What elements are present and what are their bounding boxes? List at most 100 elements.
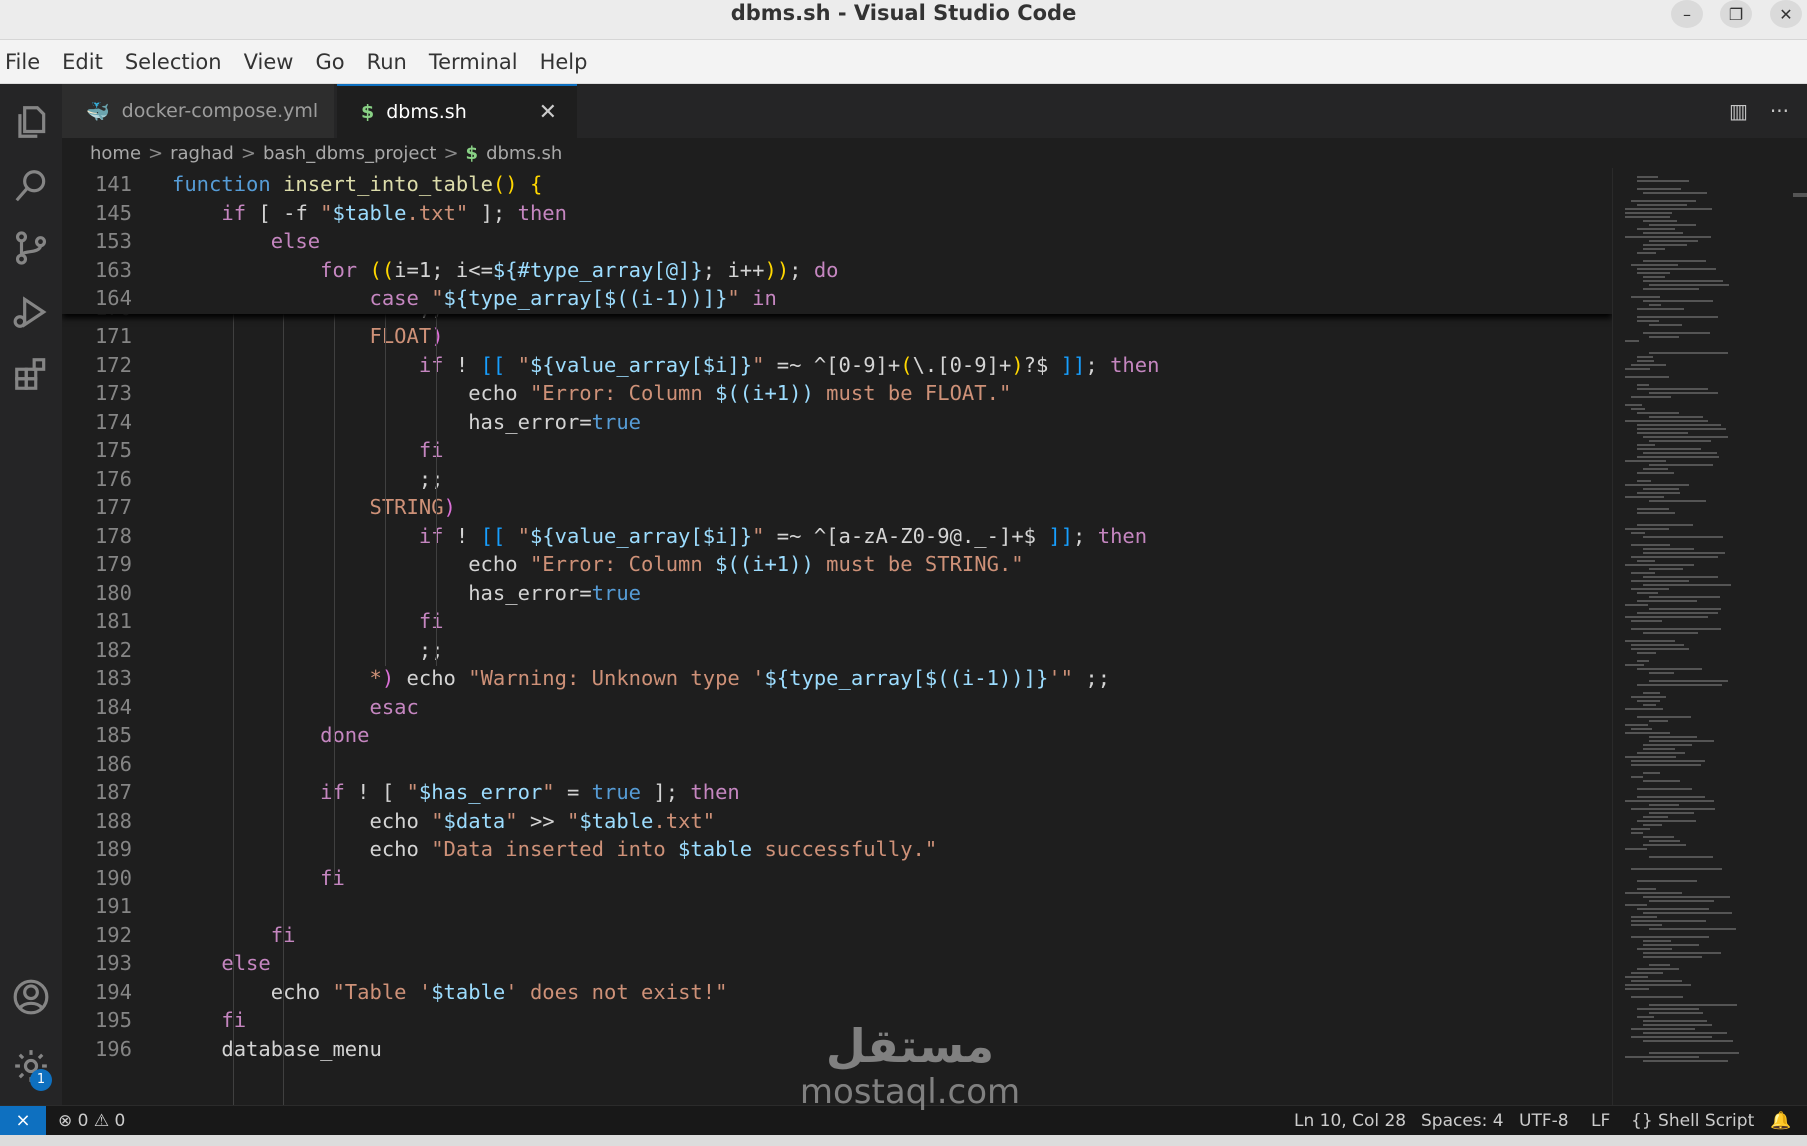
line-number: 192 [94,922,132,947]
minimap-line [1649,440,1711,442]
menu-run[interactable]: Run [358,40,416,84]
code-editor[interactable]: 141 function insert_into_table() {145 if … [62,168,1612,1105]
breadcrumb-project[interactable]: bash_dbms_project [263,143,436,164]
source-control-icon[interactable] [11,228,51,268]
line-number: 190 [94,865,132,890]
encoding[interactable]: UTF-8 [1519,1106,1569,1136]
code-line[interactable]: 178 if ! [[ "${value_array[$i]}" =~ ^[a-… [62,522,1612,551]
sticky-scroll[interactable]: 141 function insert_into_table() {145 if … [62,168,1612,314]
minimap-line [1637,316,1718,318]
breadcrumb-home[interactable]: home [90,143,141,164]
close-window-button[interactable]: ✕ [1770,0,1802,28]
scrollbar-thumb[interactable] [1793,193,1807,197]
minimap-line [1649,352,1728,354]
line-number: 173 [94,381,132,405]
code-line[interactable]: 183 *) echo "Warning: Unknown type '${ty… [62,664,1612,693]
language-mode[interactable]: {} Shell Script [1631,1106,1754,1136]
maximize-button[interactable]: ❐ [1720,0,1752,28]
explorer-icon[interactable] [11,102,51,142]
code-line[interactable]: 173 echo "Error: Column $((i+1)) must be… [62,379,1612,408]
account-icon[interactable] [11,977,51,1017]
code-line[interactable]: 175 fi [62,436,1612,465]
minimap[interactable] [1612,168,1792,1105]
minimap-line [1625,236,1711,238]
end-of-line[interactable]: LF [1591,1106,1610,1136]
code-line[interactable]: 192 fi [62,921,1612,950]
code-line[interactable]: 191 [62,892,1612,921]
tab-docker-compose[interactable]: 🐳 docker-compose.yml [62,84,334,138]
minimap-line [1625,376,1669,378]
minimap-line [1649,856,1713,858]
minimap-line [1631,996,1683,998]
sticky-code-line[interactable]: 164 case "${type_array[$((i-1))]}" in [62,284,1612,313]
breadcrumb-file[interactable]: dbms.sh [486,143,562,164]
minimap-line [1649,680,1728,682]
breadcrumb-raghad[interactable]: raghad [170,143,234,164]
code-line[interactable]: 187 if ! [ "$has_error" = true ]; then [62,778,1612,807]
code-line[interactable]: 180 has_error=true [62,579,1612,608]
code-line[interactable]: 181 fi [62,607,1612,636]
breadcrumb: home > raghad > bash_dbms_project > $ db… [62,138,1807,168]
code-text: FLOAT) [369,324,444,348]
minimap-line [1649,336,1679,338]
code-line[interactable]: 186 [62,750,1612,779]
code-line[interactable]: 172 if ! [[ "${value_array[$i]}" =~ ^[0-… [62,351,1612,380]
line-number: 178 [94,523,132,548]
menu-selection[interactable]: Selection [116,40,231,84]
remote-indicator-icon[interactable]: ⨯ [0,1106,46,1136]
code-line[interactable]: 182 ;; [62,636,1612,665]
minimap-line [1631,696,1666,698]
minimap-line [1637,472,1674,474]
minimap-line [1625,984,1691,986]
run-debug-icon[interactable] [11,292,51,332]
menu-view[interactable]: View [235,40,303,84]
problems-indicator[interactable]: ⊗ 0 ⚠ 0 [58,1106,125,1136]
code-text: echo "Error: Column $((i+1)) must be FLO… [468,381,1012,405]
sticky-code-line[interactable]: 145 if [ -f "$table.txt" ]; then [62,199,1612,228]
sticky-code-line[interactable]: 153 else [62,227,1612,256]
code-line[interactable]: 189 echo "Data inserted into $table succ… [62,835,1612,864]
code-line[interactable]: 176 ;; [62,465,1612,494]
code-line[interactable]: 184 esac [62,693,1612,722]
minimap-line [1637,356,1653,358]
code-line[interactable]: 177 STRING) [62,493,1612,522]
vertical-scrollbar[interactable] [1793,168,1807,1105]
code-line[interactable]: 185 done [62,721,1612,750]
code-line[interactable]: 179 echo "Error: Column $((i+1)) must be… [62,550,1612,579]
code-line[interactable]: 190 fi [62,864,1612,893]
code-text: else [221,951,271,975]
menu-edit[interactable]: Edit [53,40,112,84]
minimap-line [1643,632,1698,634]
tab-dbms-sh[interactable]: $ dbms.sh ✕ [337,84,577,138]
indentation[interactable]: Spaces: 4 [1421,1106,1504,1136]
code-text: echo "Table '$table' does not exist!" [270,979,728,1004]
minimap-line [1643,952,1721,954]
notifications-bell-icon[interactable]: 🔔 [1770,1106,1791,1136]
bottom-strip [0,1135,1807,1146]
more-actions-icon[interactable]: ··· [1770,99,1789,123]
line-number: 194 [94,979,132,1004]
code-line[interactable]: 188 echo "$data" >> "$table.txt" [62,807,1612,836]
extensions-icon[interactable] [11,354,51,394]
code-line[interactable]: 194 echo "Table '$table' does not exist!… [62,978,1612,1007]
minimize-button[interactable]: – [1671,0,1703,28]
code-text: function insert_into_table() { [172,172,543,196]
minimap-line [1643,844,1686,846]
minimap-line [1643,288,1699,290]
cursor-position[interactable]: Ln 10, Col 28 [1294,1106,1406,1136]
minimap-line [1631,628,1721,630]
code-line[interactable]: 171 FLOAT) [62,322,1612,351]
sticky-code-line[interactable]: 163 for ((i=1; i<=${#type_array[@]}; i++… [62,256,1612,285]
code-line[interactable]: 193 else [62,949,1612,978]
menu-go[interactable]: Go [306,40,353,84]
menu-file[interactable]: File [0,40,49,84]
close-tab-icon[interactable]: ✕ [539,100,557,125]
code-line[interactable]: 174 has_error=true [62,408,1612,437]
sticky-code-line[interactable]: 141 function insert_into_table() { [62,170,1612,199]
menu-help[interactable]: Help [531,40,597,84]
code-text: if ! [ "$has_error" = true ]; then [320,780,740,804]
search-icon[interactable] [11,166,51,206]
split-editor-icon[interactable]: ▥ [1729,99,1748,123]
menu-terminal[interactable]: Terminal [420,40,527,84]
line-number: 171 [94,324,132,348]
